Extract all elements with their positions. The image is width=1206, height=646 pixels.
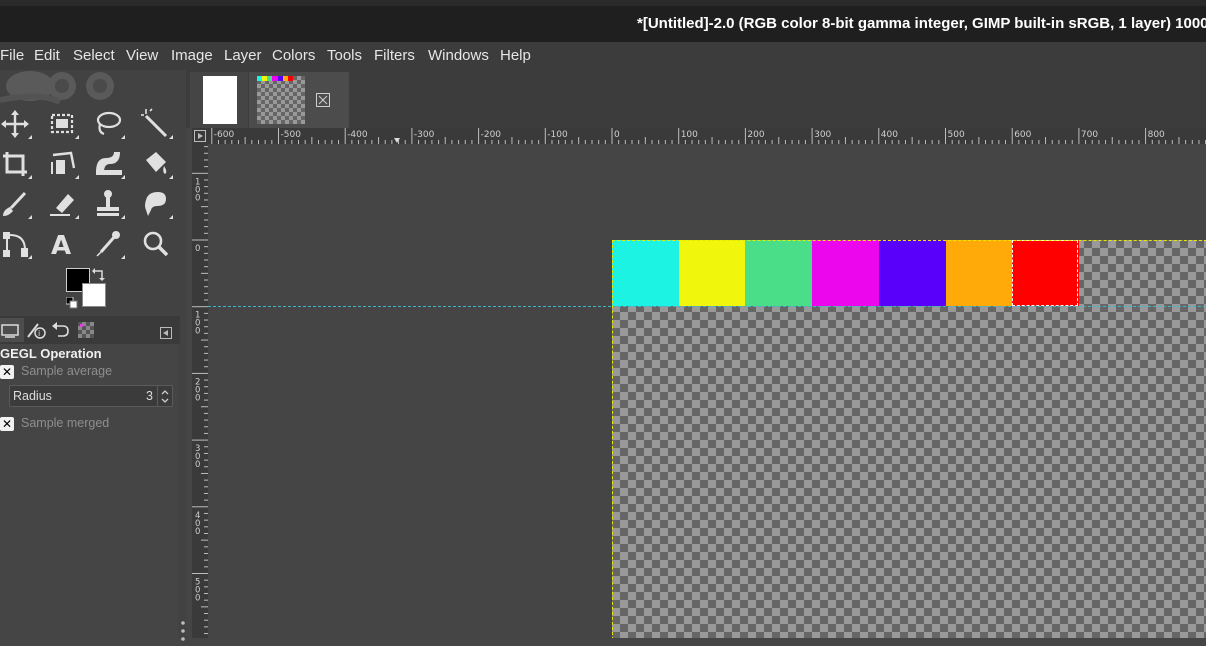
toolbox: A i GEGL Operation ✕ Sample average Radi…: [0, 70, 186, 641]
image-canvas[interactable]: [208, 144, 1206, 638]
transform-icon[interactable]: [44, 146, 80, 182]
color-swatch: [878, 240, 946, 306]
dock-tab-bar: i: [0, 316, 180, 344]
sample-merged-checkbox[interactable]: ✕: [0, 417, 14, 431]
ruler-label: -100: [547, 130, 568, 140]
image-thumbnail: [257, 76, 305, 124]
menu-help[interactable]: Help: [500, 47, 531, 64]
horizontal-ruler[interactable]: -600 -500 -400 -300 -200 -100 0 100 200 300 400 500…: [208, 128, 1206, 144]
menu-colors[interactable]: Colors: [272, 47, 315, 64]
spin-arrows-icon[interactable]: [157, 386, 172, 406]
move-tool-icon[interactable]: [0, 106, 33, 142]
menu-tools[interactable]: Tools: [327, 47, 362, 64]
smudge-icon[interactable]: [138, 186, 174, 222]
crop-icon[interactable]: [0, 146, 33, 182]
window-title: *[Untitled]-2.0 (RGB color 8-bit gamma i…: [637, 15, 1206, 32]
ruler-label: -600: [214, 130, 235, 140]
svg-text:i: i: [38, 329, 40, 338]
image-thumbnail: [203, 76, 237, 124]
image-tab-untitled-2[interactable]: [249, 72, 349, 128]
tool-options-panel: GEGL Operation ✕ Sample average Radius 3…: [0, 344, 178, 638]
ruler-label: 300: [814, 130, 831, 140]
tool-options-tab-icon[interactable]: [0, 318, 24, 342]
menu-view[interactable]: View: [126, 47, 158, 64]
text-icon[interactable]: A: [44, 226, 80, 262]
thumbnail-color-strip: [257, 76, 293, 81]
radius-value[interactable]: 3: [146, 389, 153, 403]
tool-options-title: GEGL Operation: [0, 346, 102, 361]
background-color-swatch[interactable]: [82, 283, 106, 307]
ruler-label: 0: [195, 527, 200, 537]
color-picker-icon[interactable]: [90, 226, 126, 262]
color-swatch: [612, 240, 679, 306]
lasso-icon[interactable]: [90, 106, 126, 142]
radius-label: Radius: [13, 389, 52, 403]
undo-history-tab-icon[interactable]: [48, 318, 72, 342]
layer-boundary-left: [612, 240, 613, 638]
sample-average-checkbox[interactable]: ✕: [0, 365, 14, 379]
menu-select[interactable]: Select: [73, 47, 115, 64]
images-tab-icon[interactable]: [74, 318, 98, 342]
ruler-corner-menu-icon[interactable]: [192, 128, 208, 144]
ruler-label: -300: [414, 130, 435, 140]
ruler-label: 0: [195, 244, 200, 254]
device-status-tab-icon[interactable]: i: [24, 318, 48, 342]
ruler-label: 0: [195, 460, 200, 470]
menu-windows[interactable]: Windows: [428, 47, 489, 64]
dock-menu-icon[interactable]: [160, 324, 172, 339]
ruler-label: 0: [195, 193, 200, 203]
panel-resize-handle[interactable]: [181, 620, 185, 642]
paintbrush-icon[interactable]: [0, 186, 33, 222]
fuzzy-select-icon[interactable]: [138, 106, 174, 142]
radius-spinbox[interactable]: Radius 3: [9, 385, 173, 407]
ruler-label: 500: [948, 130, 965, 140]
ruler-label: 600: [1014, 130, 1031, 140]
ruler-label: -500: [281, 130, 302, 140]
sample-merged-label: Sample merged: [21, 416, 110, 430]
ruler-label: -400: [347, 130, 368, 140]
image-tab-untitled-1[interactable]: [190, 72, 248, 128]
sample-average-label: Sample average: [21, 364, 113, 378]
ruler-label: 100: [681, 130, 698, 140]
pointer-marker: [394, 138, 400, 143]
color-swatch: [945, 240, 1013, 306]
ruler-label: 400: [881, 130, 898, 140]
layer-boundary-top: [612, 240, 1206, 241]
zoom-icon[interactable]: [138, 226, 174, 262]
color-swatch: [678, 240, 746, 306]
bucket-fill-icon[interactable]: [138, 146, 174, 182]
ruler-label: 800: [1148, 130, 1165, 140]
menu-bar: File Edit Select View Image Layer Colors…: [0, 42, 1206, 70]
svg-text:A: A: [51, 231, 71, 261]
window-titlebar: *[Untitled]-2.0 (RGB color 8-bit gamma i…: [0, 6, 1206, 42]
ruler-label: 0: [195, 594, 200, 604]
swap-colors-icon[interactable]: [92, 267, 106, 281]
paths-icon[interactable]: [0, 226, 33, 262]
selection-marquee: [1012, 240, 1078, 306]
vertical-ruler[interactable]: 1000100200300400500: [192, 144, 208, 638]
menu-layer[interactable]: Layer: [224, 47, 262, 64]
ruler-label: 0: [195, 327, 200, 337]
ruler-label: -200: [481, 130, 502, 140]
menu-image[interactable]: Image: [171, 47, 213, 64]
ruler-label: 700: [1081, 130, 1098, 140]
wilber-logo: [0, 70, 180, 104]
menu-filters[interactable]: Filters: [374, 47, 415, 64]
ruler-label: 0: [195, 393, 200, 403]
menu-edit[interactable]: Edit: [34, 47, 60, 64]
eraser-icon[interactable]: [44, 186, 80, 222]
rect-select-icon[interactable]: [44, 106, 80, 142]
ruler-label: 0: [614, 130, 620, 140]
ruler-label: 200: [747, 130, 764, 140]
clone-icon[interactable]: [90, 186, 126, 222]
default-colors-icon[interactable]: [65, 294, 78, 309]
image-tab-bar: [186, 70, 1206, 128]
warp-icon[interactable]: [90, 146, 126, 182]
horizontal-guide[interactable]: [208, 306, 1206, 307]
color-swatch: [745, 240, 813, 306]
menu-file[interactable]: File: [0, 47, 24, 64]
close-tab-icon[interactable]: [316, 92, 330, 107]
color-swatch: [812, 240, 880, 306]
